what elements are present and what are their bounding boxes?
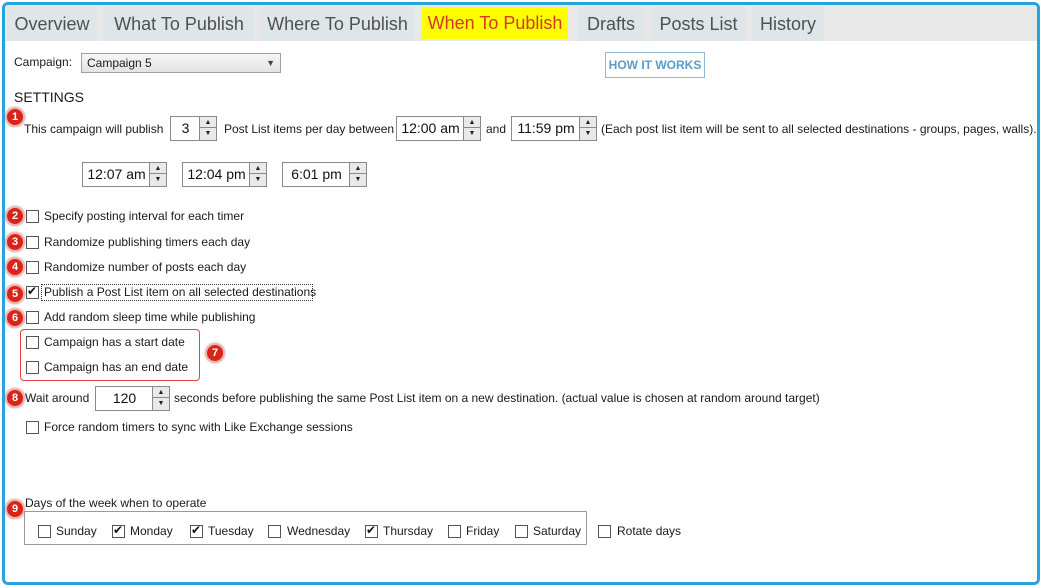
step-badge-7: 7	[205, 343, 225, 363]
step-badge-1: 1	[5, 107, 25, 127]
all-destinations-label: Publish a Post List item on all selected…	[44, 285, 317, 299]
day-monday-checkbox[interactable]	[112, 523, 125, 538]
day-wednesday-label: Wednesday	[287, 524, 351, 538]
wait-prefix-label: Wait around	[25, 391, 90, 405]
arrow-up-icon[interactable]: ▲	[350, 163, 366, 174]
day-thursday-checkbox[interactable]	[365, 523, 378, 538]
campaign-selected-value: Campaign 5	[87, 56, 152, 70]
day-friday-label: Friday	[466, 524, 500, 538]
start-date-label: Campaign has a start date	[44, 335, 185, 349]
arrow-up-icon[interactable]: ▲	[200, 117, 216, 128]
day-saturday-label: Saturday	[533, 524, 582, 538]
day-friday-checkbox[interactable]	[448, 525, 461, 538]
arrow-down-icon[interactable]: ▼	[350, 174, 366, 186]
day-tuesday-label: Tuesday	[208, 524, 254, 538]
posts-per-day-value: 3	[181, 120, 190, 136]
wait-seconds-spinner[interactable]: 120 ▲ ▼	[95, 386, 170, 411]
publish-mid-label: Post List items per day between	[224, 122, 395, 136]
spinner-buttons: ▲ ▼	[249, 163, 266, 186]
wait-seconds-value: 120	[112, 390, 137, 406]
randomize-posts-label: Randomize number of posts each day	[44, 260, 247, 274]
arrow-down-icon[interactable]: ▼	[580, 128, 596, 140]
arrow-up-icon[interactable]: ▲	[464, 117, 480, 128]
spinner-buttons: ▲ ▼	[579, 117, 596, 140]
posting-interval-label: Specify posting interval for each timer	[44, 209, 245, 223]
tab-what-to-publish[interactable]: What To Publish	[103, 7, 255, 41]
tab-drafts[interactable]: Drafts	[578, 7, 644, 41]
day-sunday-checkbox[interactable]	[38, 525, 51, 538]
day-sunday-label: Sunday	[56, 524, 97, 538]
start-time-value: 12:00 am	[401, 120, 460, 136]
step-badge-2: 2	[5, 206, 25, 226]
arrow-down-icon[interactable]: ▼	[153, 398, 169, 410]
wait-suffix-label: seconds before publishing the same Post …	[174, 391, 820, 405]
timer-2-spinner[interactable]: 12:04 pm ▲ ▼	[182, 162, 267, 187]
chevron-down-icon: ▼	[266, 58, 275, 68]
end-date-label: Campaign has an end date	[44, 360, 189, 374]
start-date-checkbox[interactable]	[26, 336, 39, 349]
rotate-days-checkbox[interactable]	[598, 525, 611, 538]
tab-when-to-publish[interactable]: When To Publish	[422, 7, 568, 39]
tab-bar: Overview What To Publish Where To Publis…	[5, 5, 1037, 41]
step-badge-6: 6	[5, 308, 25, 328]
step-badge-4: 4	[5, 257, 25, 277]
step-badge-5: 5	[5, 284, 25, 304]
force-sync-checkbox[interactable]	[26, 421, 39, 434]
day-monday-label: Monday	[130, 524, 173, 538]
publish-note-label: (Each post list item will be sent to all…	[601, 122, 1037, 136]
randomize-timers-checkbox[interactable]	[26, 236, 39, 249]
spinner-buttons: ▲ ▼	[463, 117, 480, 140]
random-sleep-label: Add random sleep time while publishing	[44, 310, 256, 324]
posting-interval-checkbox[interactable]	[26, 210, 39, 223]
arrow-up-icon[interactable]: ▲	[250, 163, 266, 174]
publish-prefix-label: This campaign will publish	[24, 122, 164, 136]
timer-2-value: 12:04 pm	[187, 166, 246, 182]
spinner-buttons: ▲ ▼	[152, 387, 169, 410]
window-frame: Overview What To Publish Where To Publis…	[2, 2, 1040, 585]
arrow-up-icon[interactable]: ▲	[150, 163, 166, 174]
randomize-timers-label: Randomize publishing timers each day	[44, 235, 251, 249]
end-time-spinner[interactable]: 11:59 pm ▲ ▼	[511, 116, 597, 141]
end-date-checkbox[interactable]	[26, 361, 39, 374]
randomize-posts-checkbox[interactable]	[26, 261, 39, 274]
tab-history[interactable]: History	[752, 7, 824, 41]
campaign-select[interactable]: Campaign 5 ▼	[81, 53, 281, 73]
timer-1-spinner[interactable]: 12:07 am ▲ ▼	[82, 162, 167, 187]
tab-where-to-publish[interactable]: Where To Publish	[260, 7, 415, 41]
arrow-down-icon[interactable]: ▼	[150, 174, 166, 186]
settings-heading: SETTINGS	[14, 89, 85, 105]
timer-3-spinner[interactable]: 6:01 pm ▲ ▼	[282, 162, 367, 187]
start-time-spinner[interactable]: 12:00 am ▲ ▼	[396, 116, 481, 141]
arrow-up-icon[interactable]: ▲	[580, 117, 596, 128]
campaign-label: Campaign:	[14, 55, 73, 69]
day-thursday-label: Thursday	[383, 524, 434, 538]
and-label: and	[486, 122, 507, 136]
spinner-buttons: ▲ ▼	[199, 117, 216, 140]
day-saturday-checkbox[interactable]	[515, 525, 528, 538]
how-it-works-button[interactable]: HOW IT WORKS	[605, 52, 705, 78]
arrow-up-icon[interactable]: ▲	[153, 387, 169, 398]
when-to-publish-panel: Campaign: Campaign 5 ▼ HOW IT WORKS SETT…	[5, 41, 1037, 582]
arrow-down-icon[interactable]: ▼	[464, 128, 480, 140]
spinner-buttons: ▲ ▼	[149, 163, 166, 186]
day-tuesday-checkbox[interactable]	[190, 523, 203, 538]
posts-per-day-spinner[interactable]: 3 ▲ ▼	[170, 116, 217, 141]
tab-posts-list[interactable]: Posts List	[652, 7, 745, 41]
random-sleep-checkbox[interactable]	[26, 311, 39, 324]
step-badge-9: 9	[5, 499, 25, 519]
spinner-buttons: ▲ ▼	[349, 163, 366, 186]
all-destinations-checkbox[interactable]	[26, 284, 39, 299]
force-sync-label: Force random timers to sync with Like Ex…	[44, 420, 353, 434]
days-title: Days of the week when to operate	[25, 496, 207, 510]
rotate-days-label: Rotate days	[617, 524, 682, 538]
step-badge-3: 3	[5, 232, 25, 252]
arrow-down-icon[interactable]: ▼	[250, 174, 266, 186]
arrow-down-icon[interactable]: ▼	[200, 128, 216, 140]
timer-3-value: 6:01 pm	[291, 166, 342, 182]
tab-overview[interactable]: Overview	[7, 7, 97, 41]
end-time-value: 11:59 pm	[517, 120, 575, 136]
day-wednesday-checkbox[interactable]	[268, 525, 281, 538]
step-badge-8: 8	[5, 388, 25, 408]
timer-1-value: 12:07 am	[87, 166, 146, 182]
